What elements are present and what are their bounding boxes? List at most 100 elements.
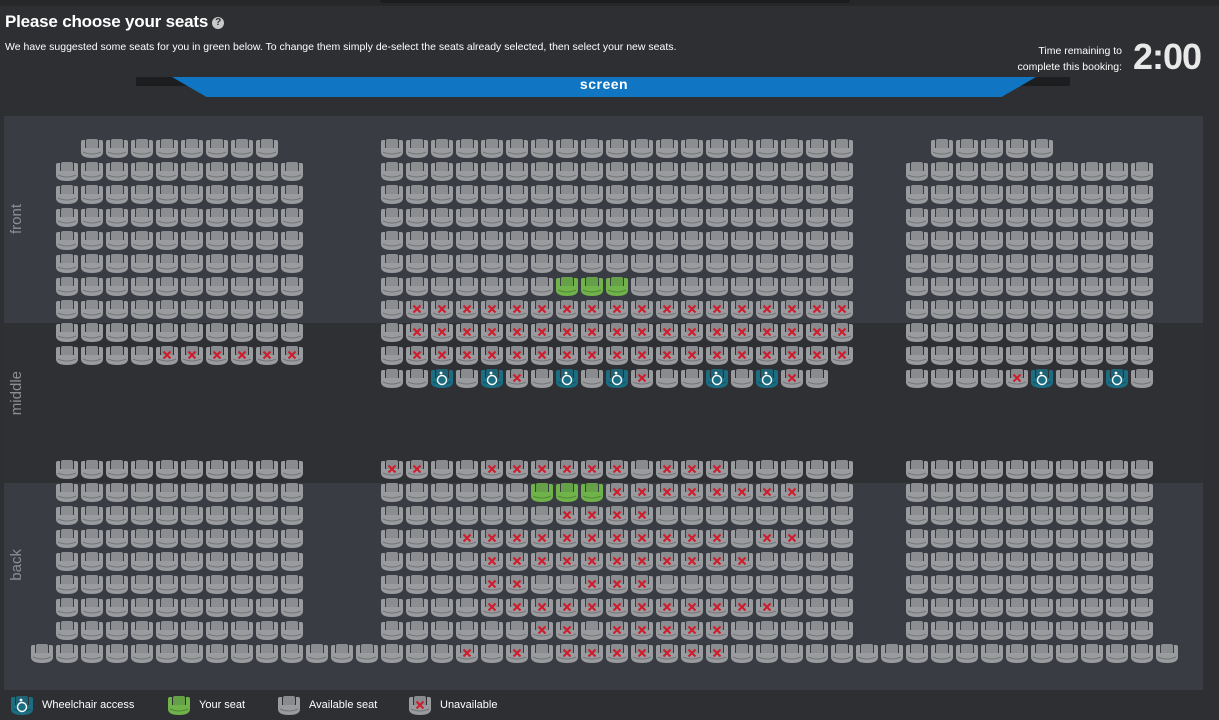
seat-available[interactable] — [1081, 483, 1103, 502]
seat-available[interactable] — [481, 208, 503, 227]
seat-available[interactable] — [131, 621, 153, 640]
seat-available[interactable] — [1006, 323, 1028, 342]
seat-available[interactable] — [1006, 460, 1028, 479]
seat-available[interactable] — [231, 460, 253, 479]
seat-available[interactable] — [406, 162, 428, 181]
seat-available[interactable] — [1056, 483, 1078, 502]
seat-available[interactable] — [681, 254, 703, 273]
seat-available[interactable] — [81, 277, 103, 296]
seat-available[interactable] — [1106, 300, 1128, 319]
seat-available[interactable] — [731, 277, 753, 296]
seat-available[interactable] — [106, 185, 128, 204]
seat-available[interactable] — [981, 208, 1003, 227]
seat-available[interactable] — [481, 506, 503, 525]
seat-available[interactable] — [806, 575, 828, 594]
seat-available[interactable] — [1081, 185, 1103, 204]
seat-available[interactable] — [831, 162, 853, 181]
seat-available[interactable] — [181, 552, 203, 571]
seat-available[interactable] — [181, 185, 203, 204]
seat-available[interactable] — [431, 185, 453, 204]
seat-available[interactable] — [306, 644, 328, 663]
seat-available[interactable] — [606, 139, 628, 158]
seat-available[interactable] — [656, 575, 678, 594]
seat-available[interactable] — [431, 162, 453, 181]
seat-available[interactable] — [256, 185, 278, 204]
seat-available[interactable] — [56, 483, 78, 502]
seat-available[interactable] — [406, 644, 428, 663]
seat-available[interactable] — [106, 529, 128, 548]
seat-available[interactable] — [1106, 346, 1128, 365]
seat-available[interactable] — [1131, 529, 1153, 548]
seat-available[interactable] — [181, 162, 203, 181]
seat-available[interactable] — [456, 139, 478, 158]
seat-available[interactable] — [731, 139, 753, 158]
seat-available[interactable] — [281, 460, 303, 479]
seat-available[interactable] — [231, 208, 253, 227]
seat-available[interactable] — [456, 208, 478, 227]
seat-available[interactable] — [706, 277, 728, 296]
seat-available[interactable] — [906, 185, 928, 204]
seat-available[interactable] — [1031, 139, 1053, 158]
seat-available[interactable] — [81, 460, 103, 479]
seat-available[interactable] — [956, 483, 978, 502]
seat-available[interactable] — [1106, 506, 1128, 525]
seat-available[interactable] — [106, 621, 128, 640]
seat-available[interactable] — [581, 208, 603, 227]
seat-available[interactable] — [806, 598, 828, 617]
seat-available[interactable] — [1131, 346, 1153, 365]
seat-available[interactable] — [531, 162, 553, 181]
seat-available[interactable] — [81, 621, 103, 640]
seat-available[interactable] — [181, 139, 203, 158]
seat-available[interactable] — [381, 369, 403, 388]
seat-available[interactable] — [1056, 575, 1078, 594]
seat-available[interactable] — [906, 483, 928, 502]
seat-available[interactable] — [381, 185, 403, 204]
seat-available[interactable] — [931, 185, 953, 204]
seat-available[interactable] — [606, 208, 628, 227]
seat-available[interactable] — [731, 162, 753, 181]
seat-available[interactable] — [781, 208, 803, 227]
seat-available[interactable] — [981, 529, 1003, 548]
seat-available[interactable] — [381, 575, 403, 594]
seat-available[interactable] — [256, 506, 278, 525]
seat-available[interactable] — [931, 644, 953, 663]
seat-available[interactable] — [1031, 621, 1053, 640]
seat-available[interactable] — [106, 208, 128, 227]
seat-available[interactable] — [1106, 162, 1128, 181]
seat-available[interactable] — [806, 369, 828, 388]
seat-available[interactable] — [131, 208, 153, 227]
seat-available[interactable] — [381, 621, 403, 640]
seat-available[interactable] — [1056, 323, 1078, 342]
seat-available[interactable] — [906, 369, 928, 388]
seat-available[interactable] — [406, 185, 428, 204]
seat-available[interactable] — [181, 300, 203, 319]
seat-available[interactable] — [831, 506, 853, 525]
seat-available[interactable] — [106, 139, 128, 158]
seat-available[interactable] — [1131, 598, 1153, 617]
seat-available[interactable] — [831, 644, 853, 663]
seat-available[interactable] — [606, 162, 628, 181]
seat-available[interactable] — [731, 460, 753, 479]
seat-available[interactable] — [906, 323, 928, 342]
seat-available[interactable] — [531, 644, 553, 663]
seat-available[interactable] — [681, 139, 703, 158]
seat-available[interactable] — [906, 208, 928, 227]
seat-available[interactable] — [281, 231, 303, 250]
seat-available[interactable] — [956, 162, 978, 181]
seat-available[interactable] — [781, 460, 803, 479]
seat-available[interactable] — [81, 644, 103, 663]
seat-available[interactable] — [256, 644, 278, 663]
seat-available[interactable] — [1081, 575, 1103, 594]
seat-available[interactable] — [506, 162, 528, 181]
seat-available[interactable] — [781, 575, 803, 594]
seat-available[interactable] — [756, 552, 778, 571]
seat-available[interactable] — [1056, 346, 1078, 365]
seat-selected[interactable] — [556, 277, 578, 296]
seat-available[interactable] — [256, 460, 278, 479]
seat-available[interactable] — [806, 185, 828, 204]
seat-available[interactable] — [231, 529, 253, 548]
seat-available[interactable] — [906, 621, 928, 640]
seat-available[interactable] — [631, 460, 653, 479]
seat-available[interactable] — [481, 162, 503, 181]
seat-available[interactable] — [256, 162, 278, 181]
